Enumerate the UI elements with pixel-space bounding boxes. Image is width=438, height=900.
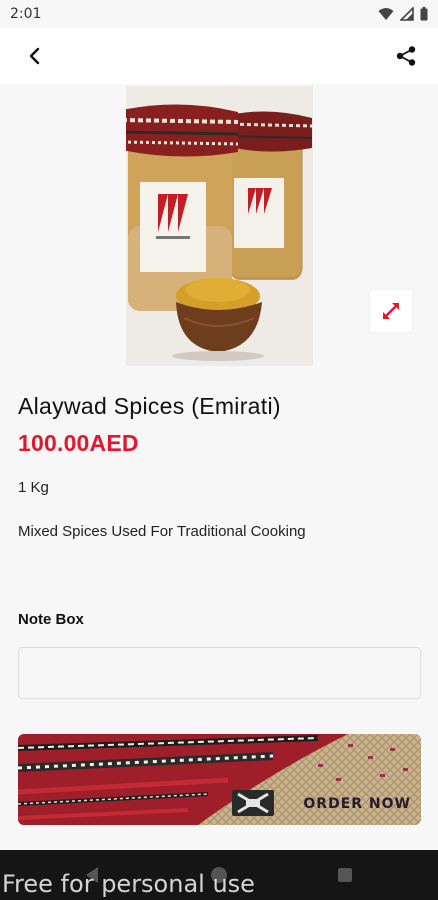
back-button[interactable] xyxy=(20,42,48,70)
status-icons xyxy=(378,7,428,21)
nav-recents-icon[interactable] xyxy=(337,867,353,883)
app-bar xyxy=(0,28,438,84)
battery-icon xyxy=(420,7,428,21)
expand-image-button[interactable] xyxy=(370,290,412,332)
back-arrow-icon xyxy=(29,47,40,65)
product-weight: 1 Kg xyxy=(18,479,49,496)
spice-jars-image xyxy=(126,86,313,366)
signal-icon xyxy=(400,7,414,21)
order-logo-icon xyxy=(232,790,274,816)
status-bar: 2:01 xyxy=(0,0,438,28)
expand-icon xyxy=(383,303,399,319)
share-icon xyxy=(396,46,416,66)
watermark-text: Free for personal use xyxy=(2,870,255,898)
share-button[interactable] xyxy=(392,42,420,70)
note-box-label: Note Box xyxy=(18,611,84,628)
product-image[interactable] xyxy=(126,86,313,366)
order-now-label: ORDER NOW xyxy=(303,796,411,812)
note-box-input[interactable] xyxy=(18,647,421,699)
order-now-banner[interactable]: ORDER NOW xyxy=(18,734,421,825)
wifi-icon xyxy=(378,8,394,20)
product-price: 100.00AED xyxy=(18,430,139,456)
product-description: Mixed Spices Used For Traditional Cookin… xyxy=(18,523,306,540)
status-time: 2:01 xyxy=(10,6,42,22)
product-title: Alaywad Spices (Emirati) xyxy=(18,393,281,419)
